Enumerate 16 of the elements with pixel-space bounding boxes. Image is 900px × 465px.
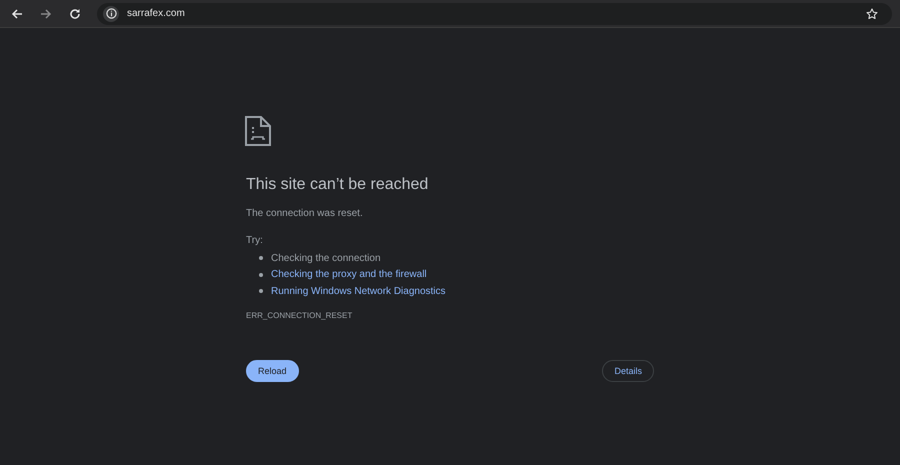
sad-page-icon [245, 116, 271, 146]
error-code: ERR_CONNECTION_RESET [246, 310, 354, 320]
error-message: The connection was reset. [246, 208, 364, 219]
reload-button[interactable]: Reload [246, 360, 299, 382]
url-text: sarrafex.com [127, 8, 186, 19]
bullet-icon [259, 272, 263, 277]
info-icon[interactable] [103, 6, 119, 22]
error-title: This site can’t be reached [246, 176, 430, 194]
try-label: Try: [246, 235, 264, 246]
suggestion-text: Checking the connection [271, 252, 381, 264]
address-bar[interactable]: sarrafex.com [97, 2, 892, 24]
bullet-icon [259, 289, 263, 294]
bullet-icon [259, 256, 263, 260]
suggestion-link[interactable]: Running Windows Network Diagnostics [271, 286, 446, 297]
details-button[interactable]: Details [602, 360, 654, 382]
suggestion-link[interactable]: Checking the proxy and the firewall [271, 269, 427, 280]
